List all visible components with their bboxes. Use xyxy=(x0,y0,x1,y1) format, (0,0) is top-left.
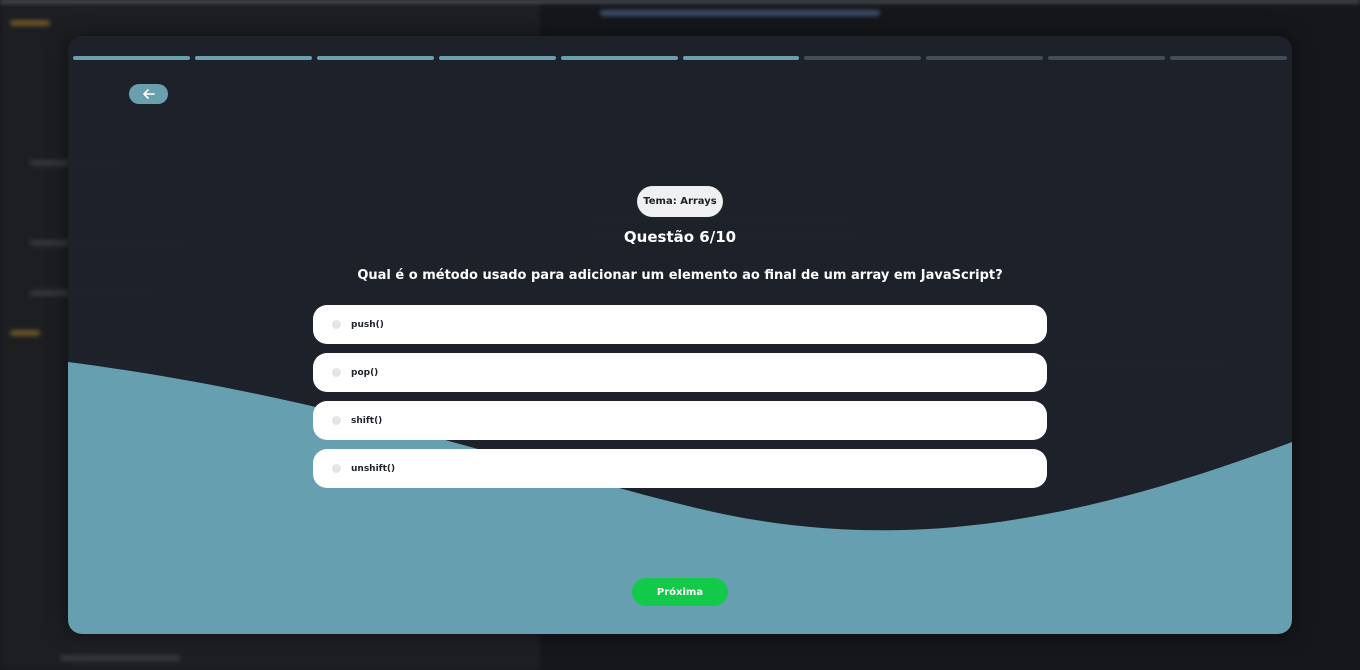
answer-option-label: unshift() xyxy=(351,463,396,474)
next-button[interactable]: Próxima xyxy=(632,578,728,606)
radio-button[interactable] xyxy=(332,320,341,329)
answer-options: push() pop() shift() unshift() xyxy=(313,305,1047,497)
answer-option[interactable]: unshift() xyxy=(313,449,1047,488)
radio-button[interactable] xyxy=(332,368,341,377)
progress-segment xyxy=(682,56,800,60)
answer-option-label: shift() xyxy=(351,415,383,426)
radio-button[interactable] xyxy=(332,464,341,473)
question-number: Questão 6/10 xyxy=(623,228,737,246)
progress-segment xyxy=(73,56,190,60)
progress-segment xyxy=(316,56,434,60)
radio-button[interactable] xyxy=(332,416,341,425)
question-text: Qual é o método usado para adicionar um … xyxy=(357,268,1003,283)
answer-option[interactable]: shift() xyxy=(313,401,1047,440)
background-title-bar xyxy=(0,0,1360,3)
answer-option[interactable]: pop() xyxy=(313,353,1047,392)
answer-option-label: pop() xyxy=(351,367,379,378)
progress-segment xyxy=(438,56,556,60)
back-button[interactable] xyxy=(129,84,168,104)
progress-segment xyxy=(194,56,312,60)
progress-segment xyxy=(1170,56,1288,60)
progress-segment xyxy=(926,56,1044,60)
quiz-card: Tema: Arrays Questão 6/10 Qual é o métod… xyxy=(68,36,1292,634)
answer-option-label: push() xyxy=(351,319,384,330)
answer-option[interactable]: push() xyxy=(313,305,1047,344)
topic-badge: Tema: Arrays xyxy=(637,186,723,217)
arrow-left-icon xyxy=(142,87,155,102)
progress-segment xyxy=(804,56,922,60)
progress-segment xyxy=(1048,56,1166,60)
progress-bar xyxy=(73,56,1288,60)
progress-segment xyxy=(560,56,678,60)
